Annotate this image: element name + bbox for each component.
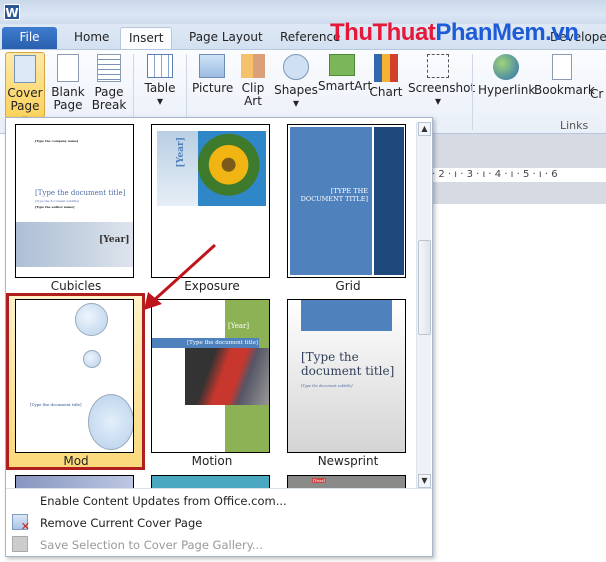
gallery-item-grid[interactable]: [TYPE THE DOCUMENT TITLE] — [287, 124, 406, 278]
globe-link-icon — [493, 54, 519, 80]
horizontal-ruler[interactable]: · 2 · ı · 3 · ı · 4 · ı · 5 · ı · 6 — [432, 168, 606, 182]
word-app-icon[interactable]: W — [4, 4, 20, 20]
cover-page-icon — [14, 55, 36, 83]
gallery-label: Motion — [191, 454, 233, 468]
menu-item-remove-cover-page[interactable]: Remove Current Cover Page — [40, 516, 202, 530]
bookmark-icon — [552, 54, 572, 80]
gallery-item-partial[interactable] — [151, 475, 270, 489]
clip-art-button[interactable]: Clip Art — [238, 52, 268, 118]
group-label-links: Links — [560, 119, 589, 132]
gallery-label: Newsprint — [317, 454, 379, 468]
remove-cover-page-icon: ✕ — [12, 514, 30, 533]
chart-icon — [374, 54, 398, 82]
scroll-thumb[interactable] — [418, 240, 431, 335]
tab-page-layout[interactable]: Page Layout — [181, 27, 271, 49]
gallery-scrollbar[interactable]: ▲ ▼ — [416, 122, 431, 489]
watermark-part2: PhanMem — [435, 19, 546, 46]
picture-icon — [199, 54, 225, 78]
gallery-item-partial[interactable]: [Year] — [287, 475, 406, 489]
cover-page-button[interactable]: CoverPage ▾ — [5, 52, 45, 126]
screenshot-button[interactable]: Screenshot ▾ — [408, 52, 475, 118]
tab-insert[interactable]: Insert — [120, 27, 173, 49]
cover-page-gallery: [Type the company name] [Type the docume… — [5, 117, 433, 557]
gallery-item-motion[interactable]: [Type the document title] [Year] — [151, 299, 270, 453]
shapes-icon — [283, 54, 309, 80]
document-page[interactable] — [432, 204, 606, 562]
tab-home[interactable]: Home — [66, 27, 117, 49]
shapes-button[interactable]: Shapes ▾ — [274, 52, 318, 118]
screenshot-icon — [427, 54, 449, 78]
gallery-item-newsprint[interactable]: [Type the document title] [Type the docu… — [287, 299, 406, 453]
bookmark-button[interactable]: Bookmark — [534, 52, 595, 118]
gallery-item-mod[interactable]: [Type the document title] — [15, 299, 134, 453]
gallery-item-cubicles[interactable]: [Type the company name] [Type the docume… — [15, 124, 134, 278]
tab-file[interactable]: File — [2, 27, 57, 49]
gallery-label: Mod — [63, 454, 89, 468]
watermark-logo: ThuThuatPhanMem.vn — [330, 19, 579, 47]
red-arrow-annotation — [144, 243, 217, 310]
clip-art-icon — [241, 54, 265, 78]
watermark-part3: .vn — [545, 19, 579, 46]
table-button[interactable]: Table ▾ — [140, 52, 180, 118]
scroll-up-button[interactable]: ▲ — [418, 122, 431, 136]
chart-button[interactable]: Chart — [368, 52, 404, 118]
gallery-menu: Enable Content Updates from Office.com..… — [6, 488, 432, 556]
gallery-item-partial[interactable] — [15, 475, 134, 489]
smartart-button[interactable]: SmartArt — [318, 52, 372, 118]
menu-item-save-selection: Save Selection to Cover Page Gallery... — [40, 538, 263, 552]
picture-button[interactable]: Picture — [192, 52, 233, 118]
cross-reference-button[interactable]: Cr — [590, 52, 606, 118]
watermark-part1: ThuThuat — [330, 19, 436, 46]
gallery-label: Cubicles — [50, 279, 102, 293]
hyperlink-button[interactable]: Hyperlink — [478, 52, 535, 118]
scroll-down-button[interactable]: ▼ — [418, 474, 431, 488]
blank-page-icon — [57, 54, 79, 82]
table-icon — [147, 54, 173, 78]
page-break-button[interactable]: Page Break — [90, 52, 128, 118]
smartart-icon — [329, 54, 355, 76]
save-to-gallery-icon — [12, 536, 28, 552]
menu-item-enable-content-updates[interactable]: Enable Content Updates from Office.com..… — [40, 494, 287, 508]
gallery-label: Grid — [335, 279, 361, 293]
page-break-icon — [97, 54, 121, 82]
blank-page-button[interactable]: Blank Page — [50, 52, 86, 118]
